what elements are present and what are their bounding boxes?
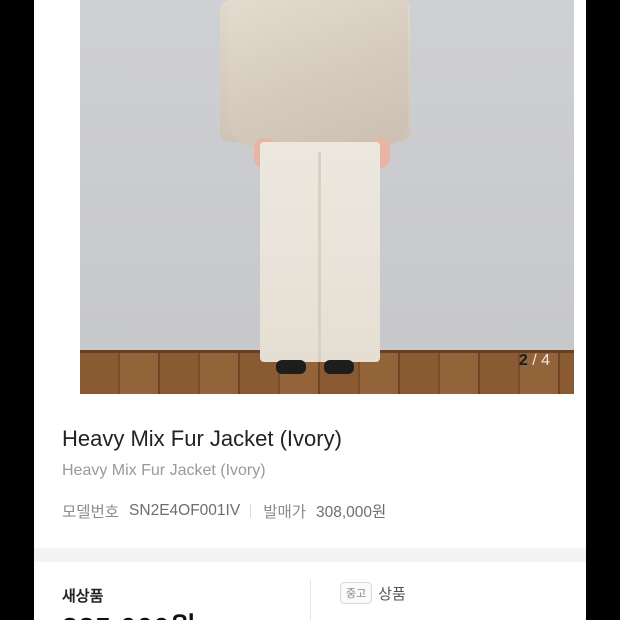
fur-jacket [228,0,408,148]
release-price-value: 308,000원 [315,504,387,521]
pants [260,142,380,362]
used-condition-option[interactable]: 중고 상품 [340,582,406,604]
pager-total: 4 [541,352,550,369]
image-pager: 2 / 4 [519,352,550,370]
product-detail-screen: 2 / 4 Heavy Mix Fur Jacket (Ivory) Heavy… [34,0,586,620]
product-subtitle: Heavy Mix Fur Jacket (Ivory) [62,462,266,479]
shoe-left [276,360,306,374]
release-price-label: 발매가 [263,504,306,521]
section-divider [34,548,586,562]
new-condition-label[interactable]: 새상품 [62,585,103,606]
used-badge: 중고 [340,582,373,604]
product-title: Heavy Mix Fur Jacket (Ivory) [62,426,342,451]
product-meta: 모델번호 SN2E4OF001IV 발매가 308,000원 [62,500,386,522]
pager-separator: / [532,352,537,369]
meta-divider [250,504,252,518]
model-number-label: 모델번호 [62,504,120,521]
pager-current: 2 [518,352,528,369]
shoe-right [324,360,354,374]
condition-divider [310,580,311,620]
product-image[interactable]: 2 / 4 [80,0,574,394]
new-price: 225,000원 [62,606,197,620]
model-number-value: SN2E4OF001IV [129,502,241,519]
used-condition-label: 상품 [378,585,406,603]
